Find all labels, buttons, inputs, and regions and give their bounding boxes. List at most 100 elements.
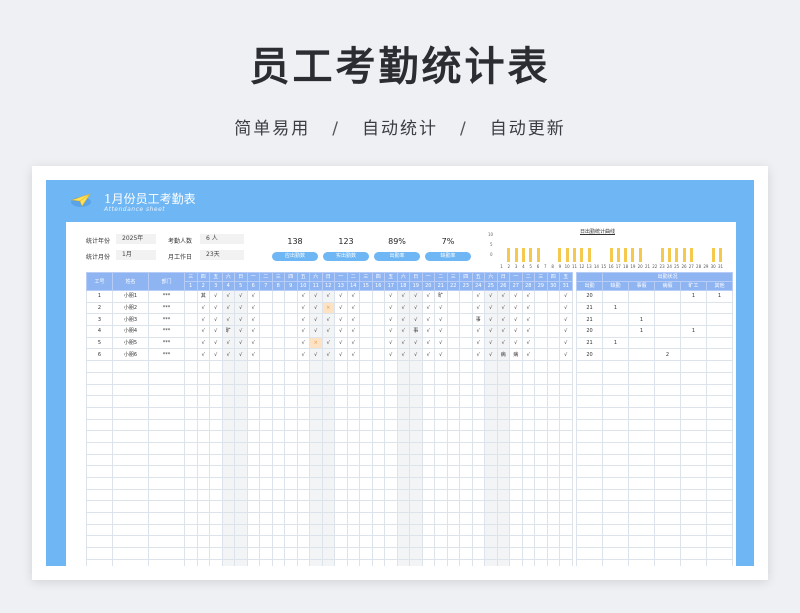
attendance-cell[interactable] xyxy=(546,500,560,514)
attendance-cell[interactable] xyxy=(309,500,323,514)
attendance-cell[interactable] xyxy=(509,418,523,432)
attendance-cell[interactable] xyxy=(209,441,223,455)
attendance-cell[interactable] xyxy=(309,371,323,385)
attendance-cell[interactable] xyxy=(509,500,523,514)
attendance-cell[interactable]: √ xyxy=(496,301,510,315)
cell-dept[interactable] xyxy=(148,441,185,455)
attendance-cell[interactable] xyxy=(334,500,348,514)
attendance-cell[interactable] xyxy=(484,430,498,443)
attendance-cell[interactable] xyxy=(409,430,423,443)
attendance-cell[interactable] xyxy=(396,535,410,549)
cell-no[interactable] xyxy=(86,453,113,467)
attendance-cell[interactable] xyxy=(509,453,523,467)
attendance-cell[interactable] xyxy=(384,477,398,490)
attendance-cell[interactable] xyxy=(284,290,298,303)
attendance-cell[interactable] xyxy=(409,441,423,455)
attendance-cell[interactable]: 事 xyxy=(409,325,423,338)
attendance-cell[interactable] xyxy=(246,465,260,478)
attendance-cell[interactable] xyxy=(271,523,285,537)
cell-name[interactable] xyxy=(112,453,149,467)
attendance-cell[interactable] xyxy=(459,383,473,397)
attendance-cell[interactable] xyxy=(396,418,410,432)
attendance-cell[interactable]: √ xyxy=(396,301,410,315)
attendance-cell[interactable] xyxy=(359,500,373,514)
attendance-cell[interactable] xyxy=(296,558,310,566)
attendance-cell[interactable] xyxy=(359,371,373,385)
attendance-cell[interactable] xyxy=(509,558,523,566)
attendance-cell[interactable] xyxy=(221,371,235,385)
attendance-cell[interactable] xyxy=(184,371,198,385)
attendance-cell[interactable]: √ xyxy=(434,336,448,350)
attendance-cell[interactable]: √ xyxy=(434,325,448,338)
attendance-cell[interactable] xyxy=(484,360,498,373)
attendance-cell[interactable]: √ xyxy=(346,290,360,303)
summary-cell[interactable] xyxy=(602,547,629,560)
attendance-cell[interactable] xyxy=(234,395,248,408)
attendance-cell[interactable] xyxy=(196,406,210,420)
attendance-cell[interactable] xyxy=(534,336,548,350)
attendance-cell[interactable]: √ xyxy=(384,348,398,362)
attendance-cell[interactable] xyxy=(446,512,460,525)
attendance-cell[interactable] xyxy=(546,290,560,303)
attendance-cell[interactable]: √ xyxy=(196,336,210,350)
attendance-cell[interactable] xyxy=(371,418,385,432)
attendance-cell[interactable] xyxy=(221,465,235,478)
attendance-cell[interactable]: √ xyxy=(471,348,485,362)
attendance-cell[interactable] xyxy=(384,441,398,455)
attendance-cell[interactable] xyxy=(209,512,223,525)
attendance-cell[interactable] xyxy=(259,325,273,338)
summary-cell[interactable] xyxy=(706,547,733,560)
attendance-cell[interactable] xyxy=(259,395,273,408)
attendance-cell[interactable] xyxy=(559,500,573,514)
attendance-cell[interactable] xyxy=(409,523,423,537)
attendance-cell[interactable] xyxy=(396,465,410,478)
attendance-cell[interactable] xyxy=(321,500,335,514)
attendance-cell[interactable] xyxy=(409,453,423,467)
attendance-cell[interactable] xyxy=(546,301,560,315)
attendance-cell[interactable] xyxy=(384,383,398,397)
attendance-cell[interactable] xyxy=(546,325,560,338)
attendance-cell[interactable] xyxy=(221,535,235,549)
attendance-cell[interactable] xyxy=(309,512,323,525)
attendance-cell[interactable] xyxy=(296,371,310,385)
attendance-cell[interactable] xyxy=(371,512,385,525)
attendance-cell[interactable]: √ xyxy=(334,348,348,362)
cell-name[interactable]: 小朋2 xyxy=(112,301,149,315)
attendance-cell[interactable] xyxy=(321,383,335,397)
attendance-cell[interactable] xyxy=(296,418,310,432)
attendance-cell[interactable] xyxy=(521,371,535,385)
attendance-cell[interactable] xyxy=(334,395,348,408)
attendance-cell[interactable]: √ xyxy=(509,290,523,303)
attendance-cell[interactable] xyxy=(459,406,473,420)
cell-dept[interactable] xyxy=(148,477,185,490)
summary-cell[interactable] xyxy=(628,430,655,443)
attendance-cell[interactable] xyxy=(496,500,510,514)
cell-dept[interactable]: *** xyxy=(148,290,185,303)
attendance-cell[interactable]: √ xyxy=(509,313,523,327)
attendance-cell[interactable]: √ xyxy=(471,301,485,315)
attendance-cell[interactable] xyxy=(421,488,435,502)
summary-cell[interactable] xyxy=(602,313,629,327)
attendance-cell[interactable] xyxy=(284,500,298,514)
attendance-cell[interactable]: √ xyxy=(346,313,360,327)
attendance-cell[interactable] xyxy=(321,535,335,549)
attendance-cell[interactable] xyxy=(534,325,548,338)
attendance-cell[interactable] xyxy=(521,477,535,490)
attendance-cell[interactable] xyxy=(496,441,510,455)
attendance-cell[interactable] xyxy=(346,547,360,560)
summary-cell[interactable] xyxy=(706,383,733,397)
attendance-cell[interactable] xyxy=(496,430,510,443)
summary-cell[interactable] xyxy=(706,418,733,432)
attendance-cell[interactable]: √ xyxy=(496,290,510,303)
attendance-cell[interactable] xyxy=(459,488,473,502)
attendance-cell[interactable] xyxy=(371,336,385,350)
attendance-cell[interactable]: 病 xyxy=(509,348,523,362)
attendance-cell[interactable] xyxy=(509,547,523,560)
attendance-cell[interactable]: √ xyxy=(334,336,348,350)
attendance-cell[interactable]: √ xyxy=(321,325,335,338)
attendance-cell[interactable] xyxy=(384,500,398,514)
attendance-cell[interactable] xyxy=(196,418,210,432)
attendance-cell[interactable] xyxy=(359,406,373,420)
cell-dept[interactable] xyxy=(148,558,185,566)
attendance-cell[interactable] xyxy=(184,360,198,373)
